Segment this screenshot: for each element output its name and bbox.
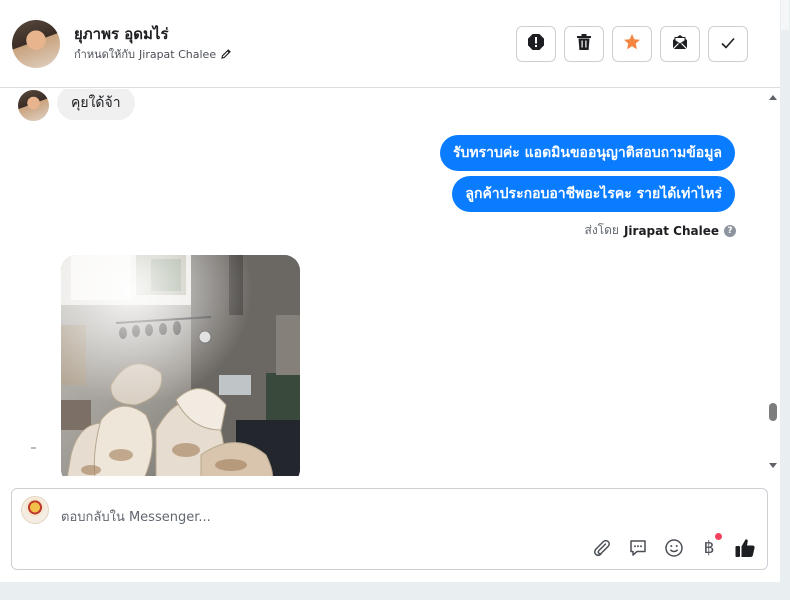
thumbs-up-icon[interactable] [733,536,757,560]
assigned-name: Jirapat Chalee [139,47,217,61]
mark-spam-button[interactable] [516,26,556,62]
follow-up-button[interactable] [612,26,652,62]
sent-by-prefix: ส่งโดย [584,223,619,237]
mark-done-button[interactable] [708,26,748,62]
contact-name[interactable]: ยุภาพร อุดมไร่ [74,22,169,46]
thread-scrollbar[interactable] [766,89,780,476]
star-icon [623,33,641,55]
image-attachment[interactable] [61,255,300,476]
scroll-up-arrow[interactable] [769,95,777,100]
conversation-header: ยุภาพร อุดมไร่ กำหนดให้กับ Jirapat Chale… [0,0,780,88]
saved-replies-icon[interactable] [626,536,650,560]
outgoing-message[interactable]: รับทราบค่ะ แอดมินขออนุญาติสอบถามข้อมูล [439,135,735,171]
reply-input[interactable]: ตอบกลับใน Messenger... [61,506,211,527]
page-avatar [21,496,49,524]
sender-avatar [18,90,49,121]
attachment-icon[interactable] [590,536,614,560]
pencil-icon[interactable] [220,48,232,60]
mark-unread-button[interactable] [660,26,700,62]
help-icon[interactable]: ? [724,224,736,237]
divider [31,447,36,449]
scroll-down-arrow[interactable] [769,463,777,468]
assignment-row[interactable]: กำหนดให้กับ Jirapat Chalee [74,45,232,63]
page-scroll-thumb[interactable] [781,0,789,30]
delete-button[interactable] [564,26,604,62]
page-scrollbar[interactable] [780,0,790,600]
trash-icon [576,33,592,55]
mark-unread-icon [671,33,689,55]
contact-avatar[interactable] [12,20,60,68]
kitchen-photo [61,255,300,476]
sent-by-label: ส่งโดย Jirapat Chalee ? [584,221,736,240]
emoji-icon[interactable] [662,536,686,560]
notification-dot [715,533,722,540]
sent-by-name: Jirapat Chalee [623,223,719,238]
conversation-panel: ยุภาพร อุดมไร่ กำหนดให้กับ Jirapat Chale… [0,0,780,582]
scroll-thumb[interactable] [769,403,777,421]
assigned-prefix: กำหนดให้กับ [74,48,136,61]
alert-icon [527,33,545,55]
outgoing-message[interactable]: ลูกค้าประกอบอาชีพอะไรคะ รายได้เท่าไหร่ [452,176,735,212]
reply-composer[interactable]: ตอบกลับใน Messenger... ฿ [11,488,768,570]
incoming-message[interactable]: คุยใด้จ้า [57,89,135,120]
check-icon [720,35,736,54]
message-thread[interactable]: คุยใด้จ้า รับทราบค่ะ แอดมินขออนุญาติสอบถ… [0,89,766,476]
